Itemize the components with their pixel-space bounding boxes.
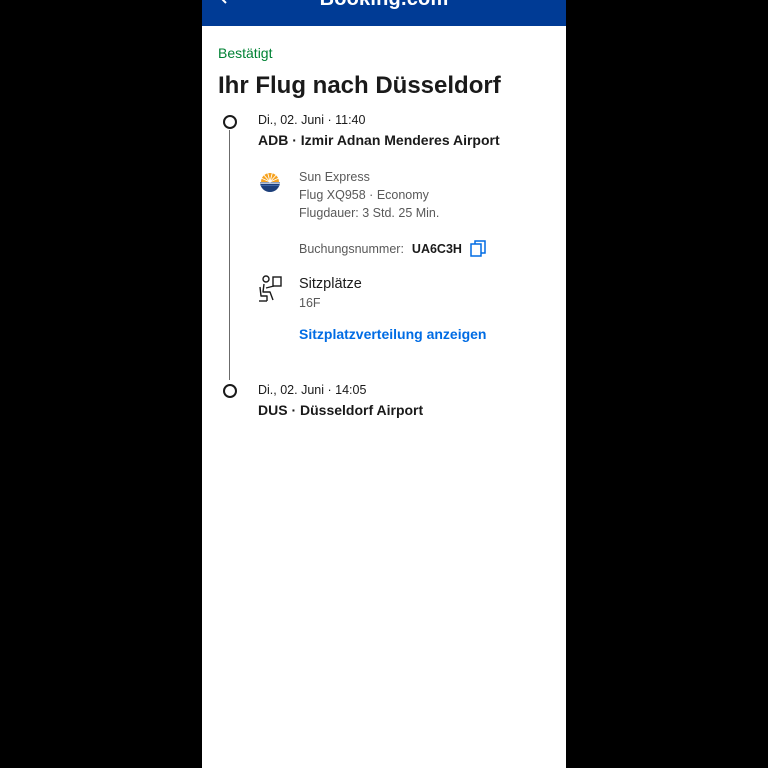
- departure-time: Di., 02. Juni · 11:40: [258, 113, 366, 127]
- timeline-line: [229, 130, 230, 380]
- arrival-time: Di., 02. Juni · 14:05: [258, 383, 367, 397]
- flight-duration: Flugdauer: 3 Std. 25 Min.: [299, 206, 440, 220]
- brand-logo: Booking.com: [202, 0, 566, 11]
- flight-number-class: Flug XQ958 · Economy: [299, 188, 429, 202]
- seat-number: 16F: [299, 296, 321, 310]
- departure-airport: ADB · Izmir Adnan Menderes Airport: [258, 132, 500, 148]
- departure-dot-icon: [223, 115, 237, 129]
- airline-name: Sun Express: [299, 170, 370, 184]
- arrival-dot-icon: [223, 384, 237, 398]
- seats-label: Sitzplätze: [299, 276, 362, 292]
- copy-icon[interactable]: [470, 240, 486, 258]
- seat-map-link[interactable]: Sitzplatzverteilung anzeigen: [299, 326, 486, 342]
- status-badge: Bestätigt: [218, 45, 273, 61]
- arrival-airport: DUS · Düsseldorf Airport: [258, 402, 424, 418]
- seat-icon: [259, 275, 282, 302]
- booking-number-label: Buchungsnummer:: [299, 242, 404, 256]
- booking-number-value: UA6C3H: [411, 242, 462, 256]
- booking-number-row: Buchungsnummer: UA6C3H: [299, 240, 486, 258]
- sun-express-logo-icon: [260, 172, 280, 192]
- top-app-bar: Booking.com: [202, 0, 566, 26]
- app-screen: Booking.com Bestätigt Ihr Flug nach Düss…: [202, 0, 566, 768]
- page-title: Ihr Flug nach Düsseldorf: [218, 72, 501, 99]
